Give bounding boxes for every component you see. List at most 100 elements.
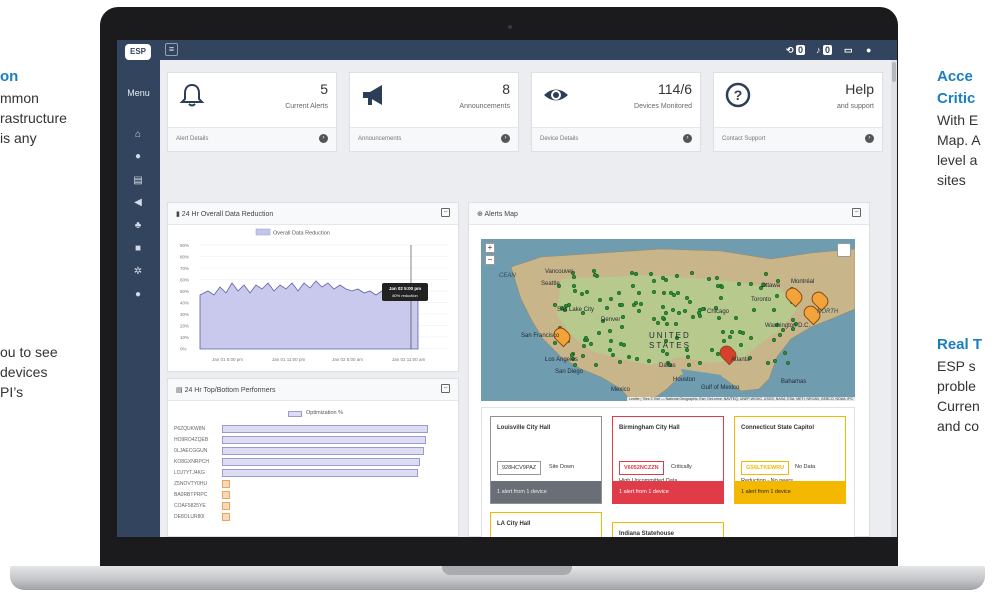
- site-marker[interactable]: [782, 350, 787, 355]
- zoom-out-button[interactable]: −: [485, 255, 495, 265]
- site-marker[interactable]: [790, 317, 795, 322]
- layers-icon[interactable]: [837, 243, 851, 257]
- site-marker[interactable]: [685, 355, 690, 360]
- hamburger-icon[interactable]: ≡: [165, 43, 178, 56]
- site-footer[interactable]: 1 alert from 1 device: [735, 481, 845, 503]
- site-marker[interactable]: [737, 329, 742, 334]
- site-marker[interactable]: [718, 295, 723, 300]
- site-card[interactable]: Louisville City Hall 928HCV9PAZ Site Dow…: [490, 416, 602, 504]
- site-marker[interactable]: [700, 306, 705, 311]
- device-id[interactable]: V6052NCZZN: [619, 461, 664, 475]
- device-id[interactable]: 928HCV9PAZ: [497, 461, 542, 475]
- site-marker[interactable]: [715, 283, 720, 288]
- esp-logo[interactable]: ESP: [125, 44, 151, 60]
- monitor-icon[interactable]: ▭: [844, 44, 853, 56]
- site-card[interactable]: Connecticut State Capitol GS6LTKEWRU No …: [734, 416, 846, 504]
- site-footer[interactable]: 1 alert from 1 device: [491, 481, 601, 503]
- arrow-circle-icon[interactable]: ›: [865, 134, 874, 143]
- site-marker[interactable]: [673, 322, 678, 327]
- site-marker[interactable]: [771, 337, 776, 342]
- stat-footer-link[interactable]: Alert Details: [176, 136, 208, 142]
- stat-footer[interactable]: Alert Details ›: [168, 127, 336, 151]
- site-card[interactable]: LA City Hall: [490, 512, 602, 537]
- menu-label[interactable]: Menu: [117, 88, 160, 98]
- site-marker[interactable]: [709, 347, 714, 352]
- site-marker[interactable]: [660, 316, 665, 321]
- site-marker[interactable]: [748, 336, 753, 341]
- site-marker[interactable]: [593, 362, 598, 367]
- site-marker[interactable]: [751, 308, 756, 313]
- megaphone-nav-icon[interactable]: ◀: [130, 196, 146, 210]
- map-attribution[interactable]: Leaflet | Tiles © Esri — National Geogra…: [627, 397, 855, 401]
- site-marker[interactable]: [765, 360, 770, 365]
- site-marker[interactable]: [620, 302, 625, 307]
- arrow-circle-icon[interactable]: ›: [501, 134, 510, 143]
- settings-icon[interactable]: ✲: [130, 265, 146, 279]
- site-marker[interactable]: [660, 304, 665, 309]
- site-marker[interactable]: [676, 311, 681, 316]
- site-marker[interactable]: [736, 281, 741, 286]
- bell-top-icon[interactable]: ♪ 0: [816, 44, 833, 56]
- site-marker[interactable]: [608, 297, 613, 302]
- minimize-icon[interactable]: −: [441, 208, 450, 217]
- site-marker[interactable]: [665, 351, 670, 356]
- map-label-city: Montréal: [791, 279, 815, 285]
- minimize-icon[interactable]: −: [852, 208, 861, 217]
- globe-icon[interactable]: ●: [130, 150, 146, 164]
- site-marker[interactable]: [663, 310, 668, 315]
- users-icon[interactable]: ●: [130, 288, 146, 302]
- site-marker[interactable]: [597, 297, 602, 302]
- chart-icon[interactable]: ▤: [130, 174, 146, 188]
- user-icon[interactable]: ●: [866, 44, 871, 56]
- site-marker[interactable]: [674, 273, 679, 278]
- stat-footer[interactable]: Contact Support ›: [714, 127, 882, 151]
- site-marker[interactable]: [553, 340, 558, 345]
- sitemap-icon[interactable]: ♣: [130, 219, 146, 233]
- home-icon[interactable]: ⌂: [130, 128, 146, 142]
- site-marker[interactable]: [665, 321, 670, 326]
- site-marker[interactable]: [734, 315, 739, 320]
- site-card[interactable]: Indiana Statehouse: [612, 522, 724, 537]
- site-marker[interactable]: [637, 308, 642, 313]
- minimize-icon[interactable]: −: [441, 384, 450, 393]
- site-marker[interactable]: [748, 281, 753, 286]
- scrollbar-thumb[interactable]: [892, 62, 896, 82]
- zoom-in-button[interactable]: +: [485, 243, 495, 253]
- site-marker[interactable]: [610, 352, 615, 357]
- stat-footer-link[interactable]: Contact Support: [722, 136, 765, 142]
- site-marker[interactable]: [572, 288, 577, 293]
- site-marker[interactable]: [730, 329, 735, 334]
- site-marker[interactable]: [670, 308, 675, 313]
- site-marker[interactable]: [716, 316, 721, 321]
- site-marker[interactable]: [685, 295, 690, 300]
- site-marker[interactable]: [672, 292, 677, 297]
- device-id[interactable]: GS6LTKEWRU: [741, 461, 790, 475]
- site-marker[interactable]: [618, 341, 623, 346]
- site-marker[interactable]: [648, 272, 653, 277]
- site-marker[interactable]: [763, 271, 768, 276]
- alerts-map[interactable]: + − CEAN NORTH UNITED STATES Vancouver S…: [481, 239, 855, 401]
- truck-icon[interactable]: ■: [130, 242, 146, 256]
- stat-footer-link[interactable]: Announcements: [358, 136, 401, 142]
- stat-footer[interactable]: Device Details ›: [532, 127, 700, 151]
- site-footer[interactable]: 1 alert from 1 device: [613, 481, 723, 503]
- site-marker[interactable]: [697, 313, 702, 318]
- site-card[interactable]: Birmingham City Hall V6052NCZZN Critical…: [612, 416, 724, 504]
- arrow-circle-icon[interactable]: ›: [319, 134, 328, 143]
- site-marker[interactable]: [675, 291, 680, 296]
- sync-icon[interactable]: ⟲ 0: [786, 44, 806, 56]
- site-marker[interactable]: [617, 359, 622, 364]
- site-marker[interactable]: [620, 324, 625, 329]
- site-marker[interactable]: [689, 271, 694, 276]
- site-marker[interactable]: [772, 359, 777, 364]
- arrow-circle-icon[interactable]: ›: [683, 134, 692, 143]
- stat-card-alerts: 5 Current Alerts Alert Details ›: [167, 72, 337, 152]
- site-marker[interactable]: [698, 360, 703, 365]
- stat-footer-link[interactable]: Device Details: [540, 136, 578, 142]
- site-marker[interactable]: [633, 271, 638, 276]
- site-marker[interactable]: [593, 272, 598, 277]
- site-marker[interactable]: [646, 358, 651, 363]
- page-scrollbar[interactable]: [891, 60, 897, 537]
- stat-footer[interactable]: Announcements ›: [350, 127, 518, 151]
- site-marker[interactable]: [785, 361, 790, 366]
